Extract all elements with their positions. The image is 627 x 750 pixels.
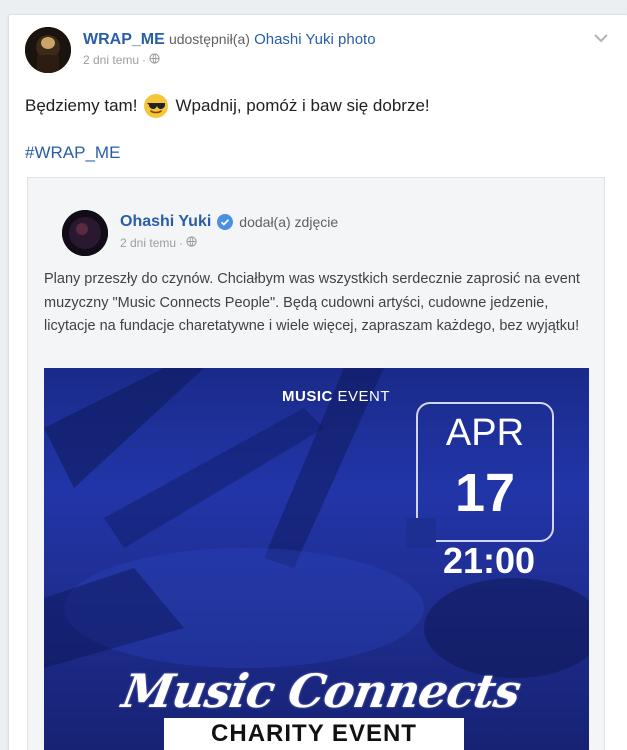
sunglasses-emoji <box>143 93 169 119</box>
event-day: 17 <box>454 463 516 523</box>
event-label-bold: MUSIC <box>282 388 333 405</box>
post-card: WRAP_ME udostępnił(a) Ohashi Yuki photo … <box>8 14 627 750</box>
meta-separator: · <box>142 53 147 67</box>
shared-from-link[interactable]: Ohashi Yuki photo <box>254 31 375 48</box>
shared-post: Ohashi Yuki dodał(a) zdjęcie 2 dni temu … <box>27 177 605 750</box>
author-name[interactable]: WRAP_ME <box>83 31 165 48</box>
shared-meta-separator: · <box>179 236 184 250</box>
shared-author-avatar[interactable] <box>62 210 108 256</box>
author-avatar[interactable] <box>25 27 71 73</box>
shared-author-name[interactable]: Ohashi Yuki <box>120 213 211 231</box>
shared-meta: 2 dni temu · <box>120 236 197 250</box>
verified-icon <box>217 214 234 230</box>
event-time: 21:00 <box>442 540 536 581</box>
event-month: APR <box>445 412 525 454</box>
hashtag-link[interactable]: #WRAP_ME <box>25 143 120 163</box>
chevron-down-icon[interactable] <box>593 31 609 43</box>
event-image[interactable]: MUSIC EVENT APR 17 21:00 Music Connects … <box>44 368 589 750</box>
post-meta: 2 dni temu · <box>83 53 160 67</box>
post-text: Będziemy tam! Wpadnij, pomóż i baw się d… <box>25 93 430 119</box>
post-header: WRAP_ME udostępnił(a) Ohashi Yuki photo <box>83 31 376 49</box>
post-text-start: Będziemy tam! <box>25 96 138 115</box>
post-action: udostępnił(a) <box>168 31 250 47</box>
event-label: MUSIC EVENT <box>282 388 390 405</box>
post-text-end: Wpadnij, pomóż i baw się dobrze! <box>175 96 430 115</box>
globe-icon <box>149 53 160 67</box>
shared-header: Ohashi Yuki dodał(a) zdjęcie <box>120 213 338 231</box>
shared-time[interactable]: 2 dni temu <box>120 236 176 250</box>
event-subtitle: CHARITY EVENT <box>211 720 417 747</box>
globe-icon <box>186 236 197 250</box>
shared-text: Plany przeszły do czynów. Chciałbym was … <box>44 271 580 334</box>
event-label-rest: EVENT <box>332 388 391 405</box>
shared-action: dodał(a) zdjęcie <box>239 214 339 230</box>
post-time[interactable]: 2 dni temu <box>83 53 139 67</box>
